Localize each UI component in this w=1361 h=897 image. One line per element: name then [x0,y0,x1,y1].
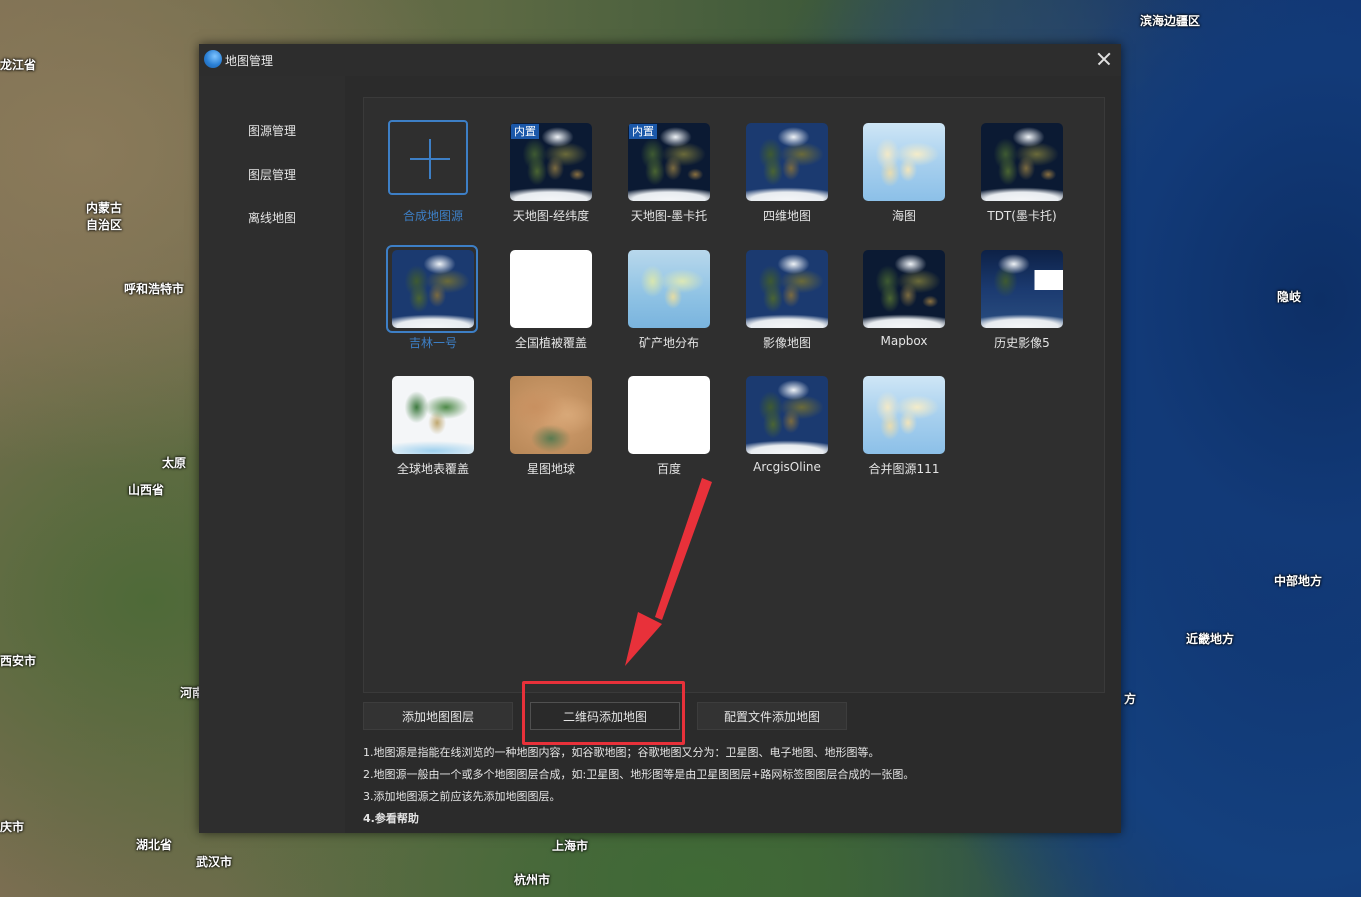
map-thumbnail [863,123,945,201]
map-label: 内蒙古 自治区 [86,200,122,234]
tile-map-source[interactable]: 合并图源111 [849,376,959,494]
map-label: 杭州市 [514,873,551,887]
map-thumbnail [392,250,474,328]
map-label: 近畿地方 [1186,632,1235,646]
plus-icon [388,120,468,195]
builtin-badge: 内置 [629,124,657,139]
tile-label: 吉林一号 [408,336,457,350]
tile-map-source[interactable]: 百度 [614,376,724,494]
add-map-layer-button[interactable]: 添加地图图层 [363,702,513,730]
map-thumbnail [746,123,828,201]
map-label: 呼和浩特市 [124,282,185,296]
tile-label: 全球地表覆盖 [396,462,469,476]
map-thumbnail [863,250,945,328]
tile-label: 星图地球 [526,462,575,476]
tile-map-source[interactable]: 海图 [849,123,959,241]
config-file-add-map-button[interactable]: 配置文件添加地图 [697,702,847,730]
tile-label: 影像地图 [762,336,811,350]
tile-add-map-source[interactable]: 合成地图源 [378,120,488,241]
tile-label: 四维地图 [762,209,811,223]
tile-map-source[interactable]: 全国植被覆盖 [496,250,606,368]
map-thumbnail [746,250,828,328]
tile-map-source[interactable]: 星图地球 [496,376,606,494]
tile-map-source[interactable]: 全球地表覆盖 [378,376,488,494]
tile-label: 百度 [656,462,681,476]
help-line: 1.地图源是指能在线浏览的一种地图内容，如谷歌地图；谷歌地图又分为：卫星图、电子… [363,746,880,759]
tile-label: 矿产地分布 [638,336,699,350]
map-manager-dialog: 地图管理 图源管理 图层管理 离线地图 合成地图源 内置 天地图-经纬度 内置 … [199,44,1121,833]
map-label: 中部地方 [1274,574,1323,588]
dialog-title: 地图管理 [225,54,274,68]
map-thumbnail [392,376,474,454]
map-label: 上海市 [552,839,589,853]
tile-map-source[interactable]: TDT(墨卡托) [967,123,1077,241]
tile-label: TDT(墨卡托) [987,209,1057,223]
map-label: 方 [1124,692,1137,706]
tile-map-source[interactable]: 影像地图 [732,250,842,368]
tile-label: ArcgisOline [753,460,821,474]
help-line: 3.添加地图源之前应该先添加地图图层。 [363,790,561,803]
builtin-badge: 内置 [511,124,539,139]
tile-map-source[interactable]: 历史影像5 [967,250,1077,368]
tile-map-source[interactable]: ArcgisOline [732,376,842,494]
map-thumbnail [510,376,592,454]
map-thumbnail [628,250,710,328]
tile-label: 全国植被覆盖 [514,336,587,350]
app-globe-icon [204,50,222,68]
tile-map-source[interactable]: 四维地图 [732,123,842,241]
map-thumbnail [746,376,828,454]
tile-map-source[interactable]: 矿产地分布 [614,250,724,368]
sidebar-item-offline-map[interactable]: 离线地图 [199,203,345,233]
sidebar-item-source-management[interactable]: 图源管理 [199,116,345,146]
tile-label: 历史影像5 [994,336,1050,350]
map-label: 武汉市 [196,855,233,869]
dialog-titlebar[interactable]: 地图管理 [199,44,1121,76]
close-icon[interactable] [1093,48,1115,70]
map-thumbnail: 内置 [510,123,592,201]
help-link[interactable]: 4.参看帮助 [363,810,419,826]
sidebar-item-layer-management[interactable]: 图层管理 [199,160,345,190]
map-label: 隐岐 [1277,290,1302,304]
tile-label: 合成地图源 [402,209,463,223]
map-label-line: 自治区 [86,218,123,232]
map-thumbnail [628,376,710,454]
tile-label: 海图 [891,209,916,223]
map-label: 庆市 [0,820,25,834]
map-thumbnail [863,376,945,454]
map-label: 滨海边疆区 [1140,14,1201,28]
tile-label: 天地图-墨卡托 [630,209,708,223]
tile-map-source[interactable]: 内置 天地图-经纬度 [496,123,606,241]
map-label: 山西省 [128,483,165,497]
map-label-line: 内蒙古 [86,201,123,215]
map-thumbnail [981,123,1063,201]
tile-label: 合并图源111 [868,462,940,476]
map-source-grid: 合成地图源 内置 天地图-经纬度 内置 天地图-墨卡托 四维地图 海图 TDT(… [363,97,1105,693]
map-label: 西安市 [0,654,37,668]
tile-label: Mapbox [880,334,928,348]
tile-map-source[interactable]: 内置 天地图-墨卡托 [614,123,724,241]
annotation-highlight-box [522,681,685,745]
help-line: 2.地图源一般由一个或多个地图图层合成，如:卫星图、地形图等是由卫星图图层+路网… [363,768,915,781]
tile-map-source[interactable]: Mapbox [849,250,959,368]
tile-label: 天地图-经纬度 [512,209,590,223]
tile-map-source-selected[interactable]: 吉林一号 [378,245,488,368]
map-thumbnail [981,250,1063,328]
map-label: 龙江省 [0,58,37,72]
map-thumbnail [510,250,592,328]
map-label: 湖北省 [136,838,173,852]
map-label: 太原 [162,456,187,470]
sidebar: 图源管理 图层管理 离线地图 [199,76,345,833]
map-thumbnail: 内置 [628,123,710,201]
